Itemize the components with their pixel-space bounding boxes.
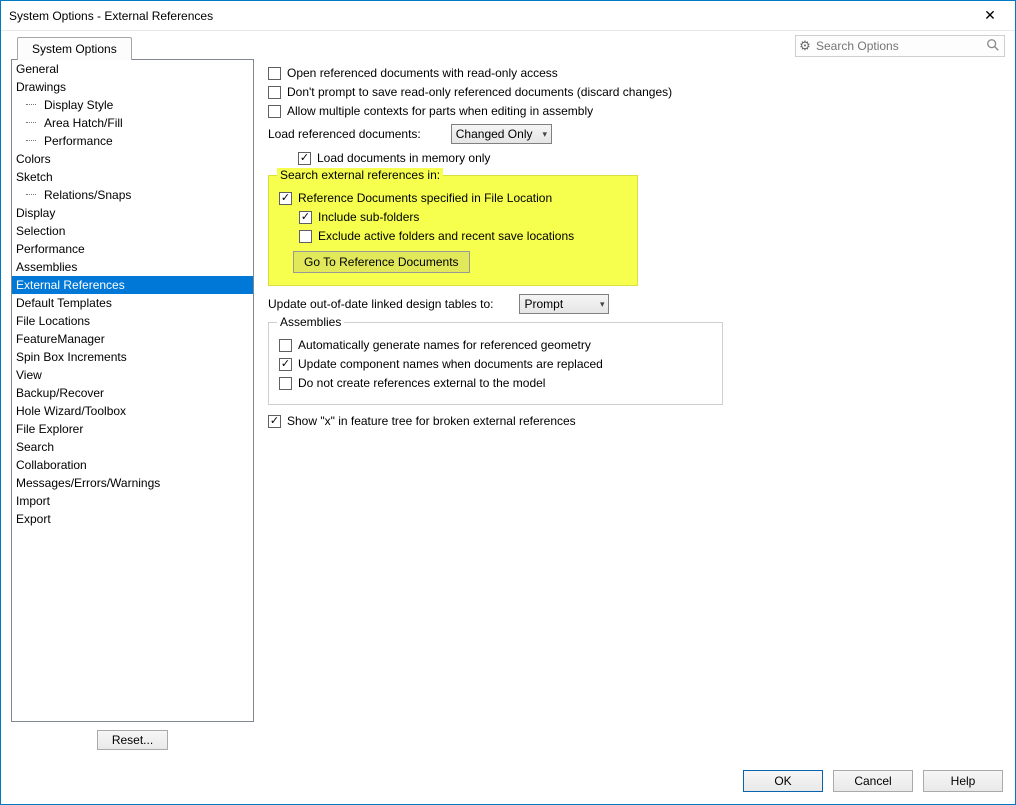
category-item[interactable]: Sketch xyxy=(12,168,253,186)
chk-open-readonly[interactable] xyxy=(268,67,281,80)
category-item[interactable]: Area Hatch/Fill xyxy=(12,114,253,132)
category-item[interactable]: Search xyxy=(12,438,253,456)
chk-update-comp[interactable] xyxy=(279,358,292,371)
lbl-ref-docs: Reference Documents specified in File Lo… xyxy=(298,190,552,207)
chk-load-mem[interactable] xyxy=(298,152,311,165)
titlebar: System Options - External References ✕ xyxy=(1,1,1015,31)
legend-search-ext: Search external references in: xyxy=(277,168,443,182)
category-item[interactable]: Performance xyxy=(12,132,253,150)
dd-update-value: Prompt xyxy=(524,296,589,313)
lbl-load-ref: Load referenced documents: xyxy=(268,126,421,143)
reset-button[interactable]: Reset... xyxy=(97,730,168,750)
lbl-dont-prompt: Don't prompt to save read-only reference… xyxy=(287,84,672,101)
category-item[interactable]: Backup/Recover xyxy=(12,384,253,402)
options-dialog: System Options - External References ✕ S… xyxy=(0,0,1016,805)
category-item[interactable]: General xyxy=(12,60,253,78)
chk-include-sub[interactable] xyxy=(299,211,312,224)
lbl-exclude-active: Exclude active folders and recent save l… xyxy=(318,228,574,245)
lbl-update-tables: Update out-of-date linked design tables … xyxy=(268,296,493,313)
group-assemblies: Assemblies Automatically generate names … xyxy=(268,322,723,405)
category-item[interactable]: Display Style xyxy=(12,96,253,114)
search-options[interactable]: ⚙ xyxy=(795,35,1005,57)
category-item[interactable]: Assemblies xyxy=(12,258,253,276)
group-search-ext-ref: Search external references in: Reference… xyxy=(268,175,638,286)
chk-exclude-active[interactable] xyxy=(299,230,312,243)
lbl-auto-names: Automatically generate names for referen… xyxy=(298,337,591,354)
help-button[interactable]: Help xyxy=(923,770,1003,792)
lbl-show-x: Show "x" in feature tree for broken exte… xyxy=(287,413,576,430)
category-list[interactable]: GeneralDrawingsDisplay StyleArea Hatch/F… xyxy=(11,59,254,722)
category-item[interactable]: Import xyxy=(12,492,253,510)
category-item[interactable]: File Locations xyxy=(12,312,253,330)
category-item[interactable]: Display xyxy=(12,204,253,222)
btn-goto-ref-docs[interactable]: Go To Reference Documents xyxy=(293,251,470,273)
gear-icon[interactable]: ⚙ xyxy=(796,38,814,54)
dd-load-ref[interactable]: Changed Only ▾ xyxy=(451,124,552,144)
chevron-down-icon: ▾ xyxy=(600,296,605,313)
window-title: System Options - External References xyxy=(9,9,971,23)
chk-no-ext-ref[interactable] xyxy=(279,377,292,390)
dd-update-tables[interactable]: Prompt ▾ xyxy=(519,294,609,314)
chk-auto-names[interactable] xyxy=(279,339,292,352)
ok-button[interactable]: OK xyxy=(743,770,823,792)
chk-ref-docs[interactable] xyxy=(279,192,292,205)
category-item[interactable]: Export xyxy=(12,510,253,528)
chevron-down-icon: ▾ xyxy=(542,126,547,143)
chk-allow-multi[interactable] xyxy=(268,105,281,118)
lbl-include-sub: Include sub-folders xyxy=(318,209,419,226)
category-item[interactable]: FeatureManager xyxy=(12,330,253,348)
dd-load-ref-value: Changed Only xyxy=(456,126,533,143)
category-item[interactable]: Spin Box Increments xyxy=(12,348,253,366)
category-item[interactable]: Hole Wizard/Toolbox xyxy=(12,402,253,420)
category-item[interactable]: Colors xyxy=(12,150,253,168)
chk-show-x[interactable] xyxy=(268,415,281,428)
category-item[interactable]: External References xyxy=(12,276,253,294)
close-icon[interactable]: ✕ xyxy=(971,3,1009,29)
left-panel: GeneralDrawingsDisplay StyleArea Hatch/F… xyxy=(11,59,254,750)
lbl-load-mem: Load documents in memory only xyxy=(317,150,490,167)
legend-assemblies: Assemblies xyxy=(277,315,344,329)
category-item[interactable]: Messages/Errors/Warnings xyxy=(12,474,253,492)
lbl-no-ext-ref: Do not create references external to the… xyxy=(298,375,545,392)
chk-dont-prompt[interactable] xyxy=(268,86,281,99)
search-icon[interactable] xyxy=(982,38,1004,55)
lbl-allow-multi: Allow multiple contexts for parts when e… xyxy=(287,103,593,120)
category-item[interactable]: View xyxy=(12,366,253,384)
category-item[interactable]: Relations/Snaps xyxy=(12,186,253,204)
dialog-body: GeneralDrawingsDisplay StyleArea Hatch/F… xyxy=(1,59,1015,758)
category-item[interactable]: Drawings xyxy=(12,78,253,96)
lbl-open-readonly: Open referenced documents with read-only… xyxy=(287,65,558,82)
category-item[interactable]: File Explorer xyxy=(12,420,253,438)
settings-panel: Open referenced documents with read-only… xyxy=(254,59,1005,750)
search-input[interactable] xyxy=(814,39,982,53)
footer: OK Cancel Help xyxy=(1,758,1015,804)
category-item[interactable]: Selection xyxy=(12,222,253,240)
category-item[interactable]: Collaboration xyxy=(12,456,253,474)
category-item[interactable]: Default Templates xyxy=(12,294,253,312)
lbl-update-comp: Update component names when documents ar… xyxy=(298,356,603,373)
tab-system-options[interactable]: System Options xyxy=(17,37,132,60)
tab-bar: System Options ⚙ xyxy=(1,31,1015,59)
category-item[interactable]: Performance xyxy=(12,240,253,258)
cancel-button[interactable]: Cancel xyxy=(833,770,913,792)
